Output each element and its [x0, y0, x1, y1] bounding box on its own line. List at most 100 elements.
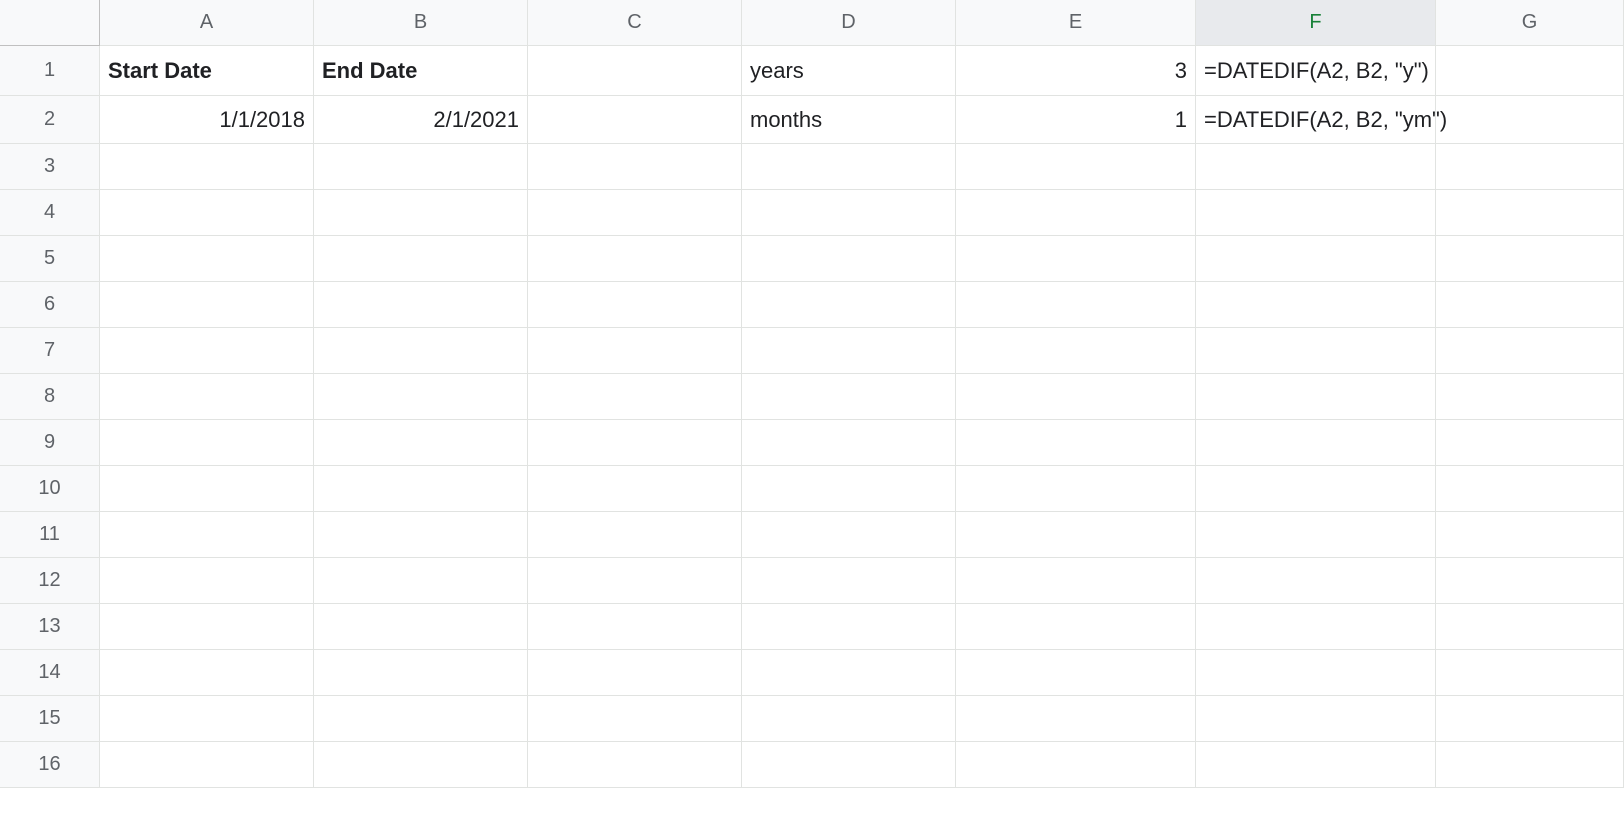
cell-A12[interactable]: [100, 558, 314, 604]
cell-D8[interactable]: [742, 374, 956, 420]
cell-F9[interactable]: [1196, 420, 1436, 466]
cell-D4[interactable]: [742, 190, 956, 236]
cell-G10[interactable]: [1436, 466, 1624, 512]
cell-D12[interactable]: [742, 558, 956, 604]
row-header-5[interactable]: 5: [0, 236, 100, 282]
col-header-D[interactable]: D: [742, 0, 956, 46]
cell-E13[interactable]: [956, 604, 1196, 650]
cell-A2[interactable]: 1/1/2018: [100, 96, 314, 144]
cell-A6[interactable]: [100, 282, 314, 328]
cell-G5[interactable]: [1436, 236, 1624, 282]
cell-D16[interactable]: [742, 742, 956, 788]
cell-A13[interactable]: [100, 604, 314, 650]
cell-E5[interactable]: [956, 236, 1196, 282]
row-header-2[interactable]: 2: [0, 96, 100, 144]
cell-E9[interactable]: [956, 420, 1196, 466]
cell-D3[interactable]: [742, 144, 956, 190]
cell-F3[interactable]: [1196, 144, 1436, 190]
cell-E14[interactable]: [956, 650, 1196, 696]
cell-B7[interactable]: [314, 328, 528, 374]
cell-D11[interactable]: [742, 512, 956, 558]
cell-F4[interactable]: [1196, 190, 1436, 236]
cell-E7[interactable]: [956, 328, 1196, 374]
cell-F11[interactable]: [1196, 512, 1436, 558]
cell-F13[interactable]: [1196, 604, 1436, 650]
cell-G3[interactable]: [1436, 144, 1624, 190]
cell-A8[interactable]: [100, 374, 314, 420]
col-header-C[interactable]: C: [528, 0, 742, 46]
cell-D15[interactable]: [742, 696, 956, 742]
cell-F15[interactable]: [1196, 696, 1436, 742]
cell-G12[interactable]: [1436, 558, 1624, 604]
row-header-14[interactable]: 14: [0, 650, 100, 696]
cell-D14[interactable]: [742, 650, 956, 696]
cell-G13[interactable]: [1436, 604, 1624, 650]
cell-D9[interactable]: [742, 420, 956, 466]
cell-G8[interactable]: [1436, 374, 1624, 420]
cell-D2[interactable]: months: [742, 96, 956, 144]
cell-F14[interactable]: [1196, 650, 1436, 696]
cell-F16[interactable]: [1196, 742, 1436, 788]
row-header-11[interactable]: 11: [0, 512, 100, 558]
row-header-3[interactable]: 3: [0, 144, 100, 190]
row-header-7[interactable]: 7: [0, 328, 100, 374]
cell-B15[interactable]: [314, 696, 528, 742]
row-header-16[interactable]: 16: [0, 742, 100, 788]
cell-A16[interactable]: [100, 742, 314, 788]
cell-C1[interactable]: [528, 46, 742, 96]
cell-E2[interactable]: 1: [956, 96, 1196, 144]
cell-B14[interactable]: [314, 650, 528, 696]
cell-A1[interactable]: Start Date: [100, 46, 314, 96]
cell-E6[interactable]: [956, 282, 1196, 328]
cell-G7[interactable]: [1436, 328, 1624, 374]
cell-E10[interactable]: [956, 466, 1196, 512]
cell-A5[interactable]: [100, 236, 314, 282]
cell-F5[interactable]: [1196, 236, 1436, 282]
cell-A7[interactable]: [100, 328, 314, 374]
cell-E11[interactable]: [956, 512, 1196, 558]
cell-A3[interactable]: [100, 144, 314, 190]
cell-C2[interactable]: [528, 96, 742, 144]
cell-B12[interactable]: [314, 558, 528, 604]
cell-C14[interactable]: [528, 650, 742, 696]
cell-B8[interactable]: [314, 374, 528, 420]
cell-E15[interactable]: [956, 696, 1196, 742]
cell-C5[interactable]: [528, 236, 742, 282]
cell-C13[interactable]: [528, 604, 742, 650]
cell-G15[interactable]: [1436, 696, 1624, 742]
cell-C3[interactable]: [528, 144, 742, 190]
cell-B13[interactable]: [314, 604, 528, 650]
cell-C12[interactable]: [528, 558, 742, 604]
cell-B6[interactable]: [314, 282, 528, 328]
cell-B11[interactable]: [314, 512, 528, 558]
cell-A15[interactable]: [100, 696, 314, 742]
cell-D10[interactable]: [742, 466, 956, 512]
cell-G14[interactable]: [1436, 650, 1624, 696]
spreadsheet-grid[interactable]: A B C D E F G 1 Start Date End Date year…: [0, 0, 1624, 814]
cell-C15[interactable]: [528, 696, 742, 742]
row-header-15[interactable]: 15: [0, 696, 100, 742]
row-header-12[interactable]: 12: [0, 558, 100, 604]
cell-G1[interactable]: [1436, 46, 1624, 96]
row-header-13[interactable]: 13: [0, 604, 100, 650]
cell-D5[interactable]: [742, 236, 956, 282]
row-header-9[interactable]: 9: [0, 420, 100, 466]
cell-D13[interactable]: [742, 604, 956, 650]
cell-C10[interactable]: [528, 466, 742, 512]
cell-G4[interactable]: [1436, 190, 1624, 236]
cell-B5[interactable]: [314, 236, 528, 282]
row-header-6[interactable]: 6: [0, 282, 100, 328]
cell-B16[interactable]: [314, 742, 528, 788]
cell-E1[interactable]: 3: [956, 46, 1196, 96]
cell-F7[interactable]: [1196, 328, 1436, 374]
cell-F1[interactable]: =DATEDIF(A2, B2, "y"): [1196, 46, 1436, 96]
col-header-A[interactable]: A: [100, 0, 314, 46]
cell-C6[interactable]: [528, 282, 742, 328]
cell-G2[interactable]: [1436, 96, 1624, 144]
cell-F10[interactable]: [1196, 466, 1436, 512]
cell-G16[interactable]: [1436, 742, 1624, 788]
row-header-10[interactable]: 10: [0, 466, 100, 512]
row-header-8[interactable]: 8: [0, 374, 100, 420]
cell-F12[interactable]: [1196, 558, 1436, 604]
row-header-4[interactable]: 4: [0, 190, 100, 236]
